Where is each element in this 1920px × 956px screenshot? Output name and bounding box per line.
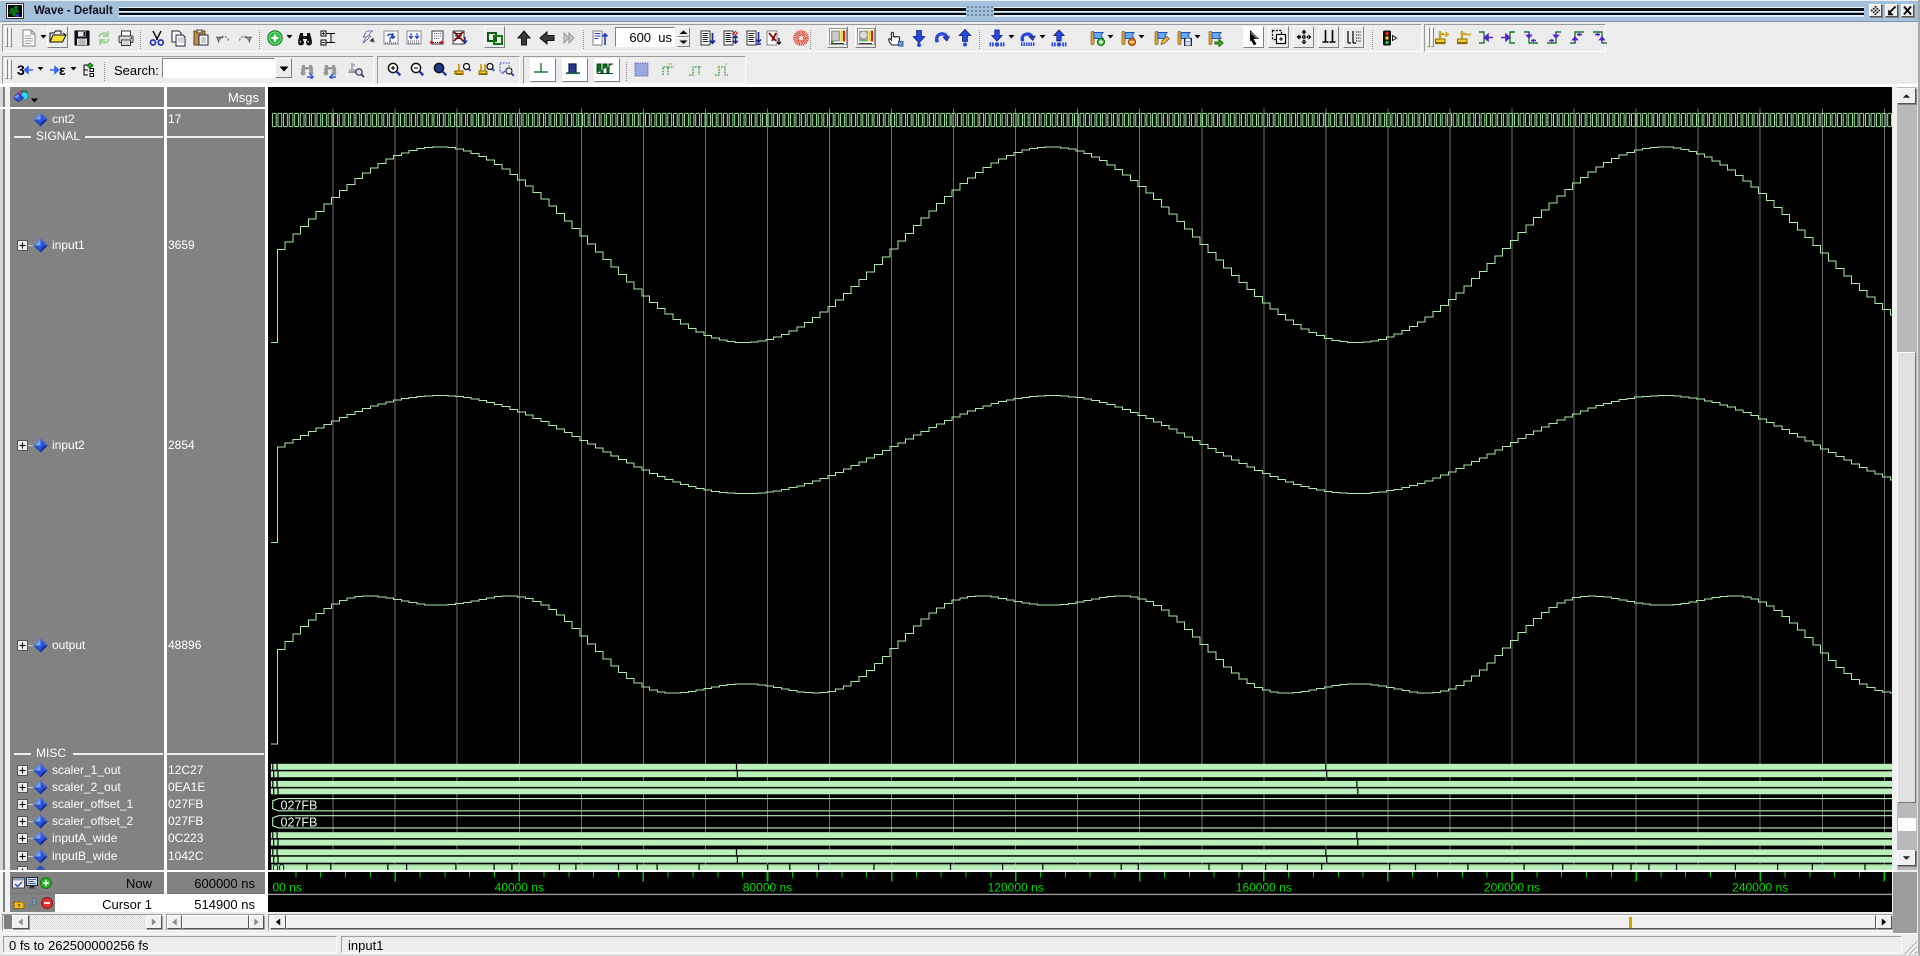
svg-text:40000 ns: 40000 ns: [494, 881, 543, 895]
svg-text:200000 ns: 200000 ns: [1483, 881, 1539, 895]
svg-text:80000 ns: 80000 ns: [742, 881, 791, 895]
svg-text:00 ns: 00 ns: [272, 881, 301, 895]
svg-text:120000 ns: 120000 ns: [987, 881, 1043, 895]
svg-text:160000 ns: 160000 ns: [1235, 881, 1291, 895]
svg-text:027FB: 027FB: [280, 798, 317, 812]
svg-text:00: 00: [272, 863, 284, 871]
svg-text:027FB: 027FB: [280, 815, 317, 829]
svg-text:240000 ns: 240000 ns: [1732, 881, 1788, 895]
svg-text:ε: ε: [59, 62, 66, 78]
